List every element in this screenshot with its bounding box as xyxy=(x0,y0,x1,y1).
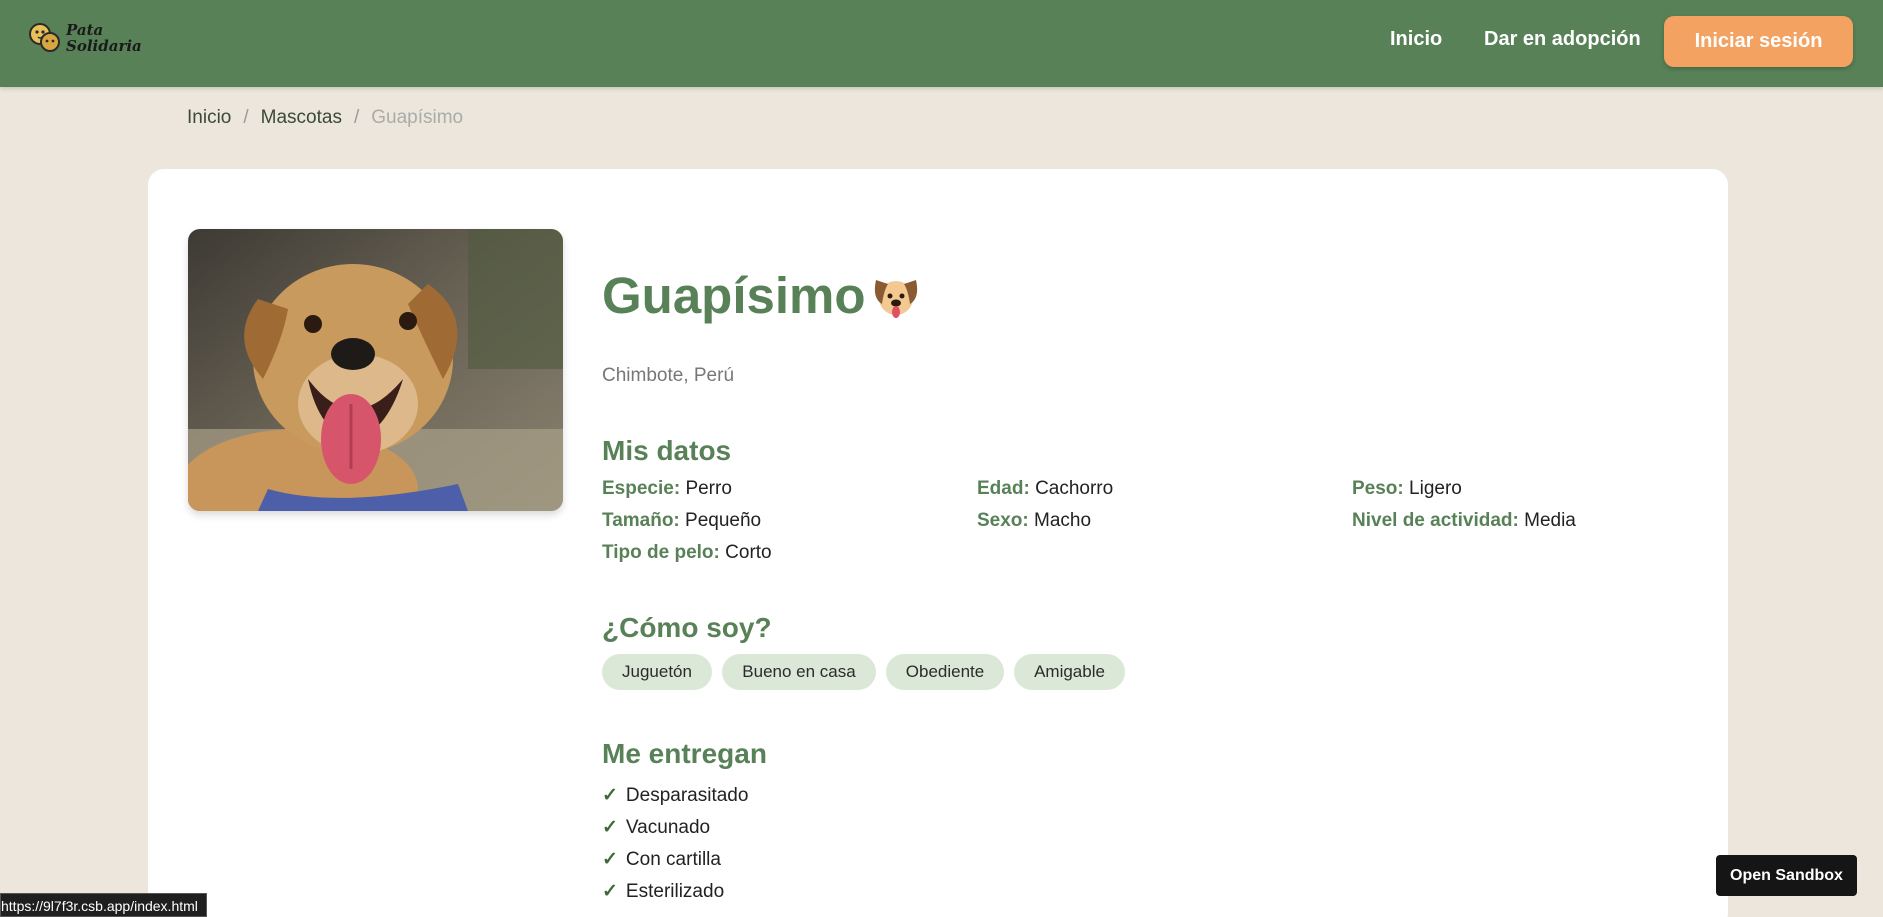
login-button[interactable]: Iniciar sesión xyxy=(1664,16,1853,67)
delivered-item: ✓ Vacunado xyxy=(602,816,710,839)
breadcrumb: Inicio / Mascotas / Guapísimo xyxy=(187,107,463,129)
dog-photo-illustration xyxy=(188,229,563,511)
delivered-item: ✓ Desparasitado xyxy=(602,784,748,807)
field-label: Tipo de pelo: xyxy=(602,542,720,563)
delivered-item: ✓ Esterilizado xyxy=(602,880,724,903)
field-label: Peso: xyxy=(1352,478,1404,499)
delivered-item: ✓ Con cartilla xyxy=(602,848,721,871)
field-sexo: Sexo: Macho xyxy=(977,510,1091,532)
dog-cat-logo-icon xyxy=(29,23,60,52)
field-value: Ligero xyxy=(1409,478,1462,499)
brand-name: Pata Solidaria xyxy=(66,22,142,54)
field-nivel-actividad: Nivel de actividad: Media xyxy=(1352,510,1576,532)
section-title-me-entregan: Me entregan xyxy=(602,738,767,769)
delivered-label: Con cartilla xyxy=(625,849,721,870)
field-especie: Especie: Perro xyxy=(602,478,732,500)
top-navbar: Pata Solidaria Inicio Dar en adopción In… xyxy=(0,0,1883,87)
brand-line-1: Pata xyxy=(66,21,104,39)
breadcrumb-mascotas[interactable]: Mascotas xyxy=(261,107,342,129)
status-bar-url: https://9l7f3r.csb.app/index.html xyxy=(0,893,207,917)
field-value: Pequeño xyxy=(685,510,762,531)
dog-face-icon xyxy=(874,280,918,318)
trait-tag: Bueno en casa xyxy=(722,654,876,690)
delivered-label: Desparasitado xyxy=(625,785,749,806)
pet-photo xyxy=(188,229,563,511)
field-value: Media xyxy=(1524,510,1576,531)
field-label: Nivel de actividad: xyxy=(1352,510,1519,531)
section-title-como-soy: ¿Cómo soy? xyxy=(602,612,772,643)
breadcrumb-separator: / xyxy=(243,107,249,128)
field-label: Especie: xyxy=(602,478,681,499)
field-value: Cachorro xyxy=(1035,478,1114,499)
open-sandbox-button[interactable]: Open Sandbox xyxy=(1716,855,1857,896)
trait-tag: Amigable xyxy=(1014,654,1125,690)
check-icon: ✓ xyxy=(602,881,618,902)
section-title-mis-datos: Mis datos xyxy=(602,435,732,466)
delivered-label: Vacunado xyxy=(625,817,711,838)
field-value: Macho xyxy=(1034,510,1092,531)
trait-tag: Obediente xyxy=(886,654,1004,690)
field-value: Perro xyxy=(685,478,732,499)
trait-tag: Juguetón xyxy=(602,654,712,690)
field-value: Corto xyxy=(725,542,772,563)
pet-location: Chimbote, Perú xyxy=(602,365,735,386)
field-tamano: Tamaño: Pequeño xyxy=(602,510,761,532)
pet-name: Guapísimo xyxy=(602,267,866,324)
breadcrumb-separator: / xyxy=(353,107,360,128)
field-tipo-pelo: Tipo de pelo: Corto xyxy=(602,542,772,564)
check-icon: ✓ xyxy=(602,817,618,838)
check-icon: ✓ xyxy=(602,785,618,806)
brand-logo[interactable]: Pata Solidaria xyxy=(26,18,142,58)
field-label: Sexo: xyxy=(977,510,1029,531)
field-label: Edad: xyxy=(977,478,1030,499)
delivered-label: Esterilizado xyxy=(625,881,725,902)
nav-link-inicio[interactable]: Inicio xyxy=(1390,28,1442,51)
breadcrumb-inicio[interactable]: Inicio xyxy=(187,107,231,129)
check-icon: ✓ xyxy=(602,849,618,870)
nav-link-dar-en-adopcion[interactable]: Dar en adopción xyxy=(1484,28,1641,51)
brand-line-2: Solidaria xyxy=(66,37,142,55)
breadcrumb-current: Guapísimo xyxy=(371,107,464,128)
field-peso: Peso: Ligero xyxy=(1352,478,1462,500)
field-label: Tamaño: xyxy=(602,510,680,531)
field-edad: Edad: Cachorro xyxy=(977,478,1113,500)
